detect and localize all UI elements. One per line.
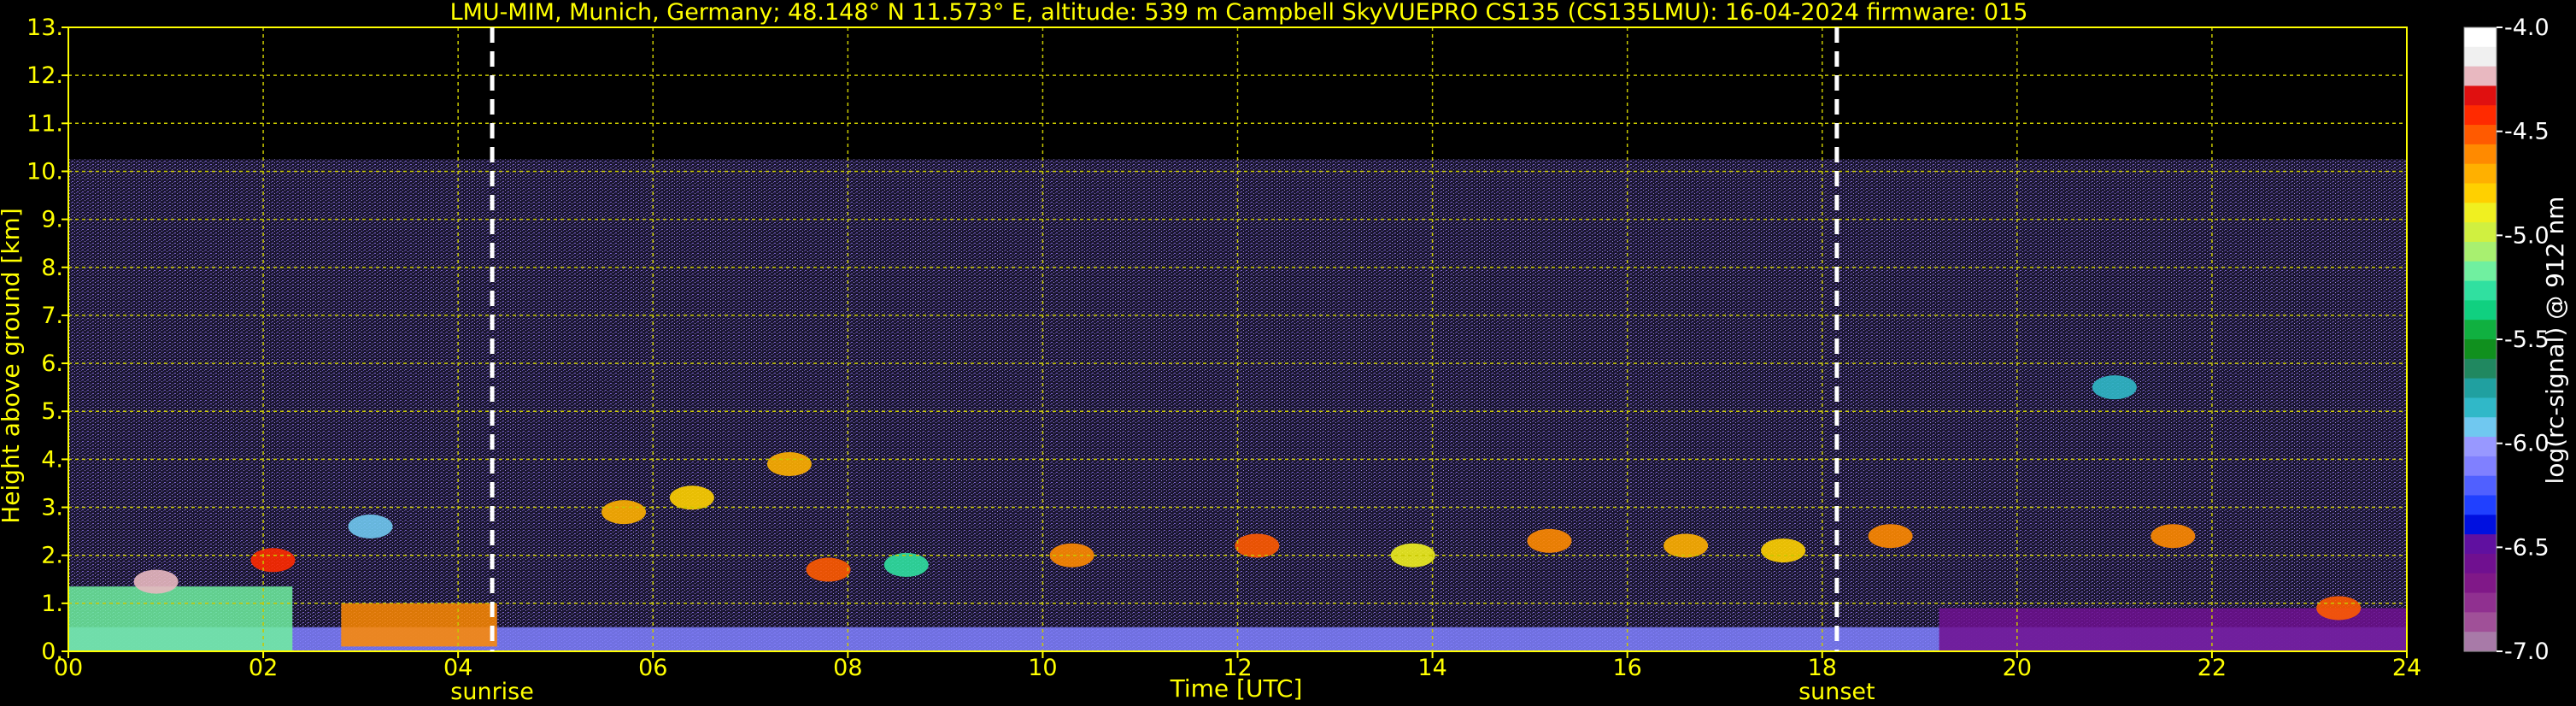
colorbar-swatch: [2464, 495, 2497, 515]
cloud-echo-7: [883, 552, 929, 577]
y-tick-label: 5.: [41, 398, 63, 425]
aerosol-layer-2: [341, 603, 497, 647]
cloud-echo-9: [1235, 533, 1280, 558]
y-tick-label: 12.: [26, 62, 63, 89]
colorbar-swatch: [2464, 261, 2497, 282]
colorbar-swatch: [2464, 397, 2497, 418]
cloud-echo-12: [1664, 533, 1709, 558]
colorbar-swatch: [2464, 144, 2497, 165]
colorbar-swatch: [2464, 183, 2497, 203]
x-tick-label: 08: [833, 655, 862, 681]
colorbar-swatch: [2464, 85, 2497, 106]
x-tick-label: 00: [54, 655, 83, 681]
y-tick-label: 3.: [41, 495, 63, 521]
x-tick-label: 04: [443, 655, 472, 681]
y-tick-label: 10.: [26, 158, 63, 185]
colorbar-swatch: [2464, 222, 2497, 243]
colorbar-tick-label: -6.5: [2504, 534, 2550, 561]
y-tick-label: 1.: [41, 591, 63, 617]
aerosol-layer-1: [68, 586, 293, 651]
sunset-label: sunset: [1799, 679, 1875, 705]
cloud-echo-14: [1868, 524, 1913, 549]
colorbar-swatch: [2464, 125, 2497, 145]
cloud-echo-16: [2151, 524, 2196, 549]
colorbar-swatch: [2464, 612, 2497, 632]
chart-title: LMU-MIM, Munich, Germany; 48.148° N 11.5…: [450, 0, 2028, 26]
y-tick-label: 8.: [41, 255, 63, 281]
y-tick-label: 4.: [41, 446, 63, 473]
cloud-echo-2: [348, 515, 393, 538]
cloud-echo-13: [1761, 538, 1806, 563]
colorbar-swatch: [2464, 475, 2497, 497]
y-tick-label: 11.: [26, 110, 63, 137]
cloud-echo-3: [601, 500, 647, 525]
cloud-echo-5: [766, 452, 812, 476]
x-tick-label: 18: [1808, 655, 1837, 681]
cloud-echo-1: [250, 548, 296, 573]
colorbar-swatch: [2464, 515, 2497, 535]
colorbar-tick-label: -4.5: [2504, 119, 2550, 145]
y-tick-label: 9.: [41, 207, 63, 233]
plot-area: [68, 27, 2407, 651]
y-tick-label: 7.: [41, 303, 63, 329]
x-tick-label: 20: [2003, 655, 2032, 681]
y-tick-label: 6.: [41, 350, 63, 377]
y-axis-title: Height above ground [km]: [0, 208, 25, 524]
colorbar-tick-label: -7.0: [2504, 638, 2550, 665]
colorbar-swatch: [2464, 320, 2497, 340]
colorbar-swatch: [2464, 553, 2497, 574]
colorbar-swatch: [2464, 534, 2497, 555]
y-tick-label: 13.: [26, 15, 63, 41]
colorbar-swatch: [2464, 241, 2497, 262]
colorbar-tick-label: -4.0: [2504, 15, 2550, 41]
cloud-echo-17: [2316, 596, 2362, 621]
colorbar-swatch: [2464, 437, 2497, 457]
colorbar-swatch: [2464, 417, 2497, 438]
colorbar-swatch: [2464, 280, 2497, 301]
cloud-echo-6: [806, 557, 851, 582]
cloud-echo-15: [2092, 375, 2137, 400]
colorbar-swatch: [2464, 378, 2497, 399]
colorbar-swatch: [2464, 300, 2497, 321]
cloud-echo-4: [669, 485, 714, 510]
x-tick-label: 24: [2392, 655, 2421, 681]
colorbar-swatch: [2464, 46, 2497, 68]
colorbar-swatch: [2464, 592, 2497, 613]
x-axis-title: Time [UTC]: [1170, 674, 1303, 703]
x-tick-label: 10: [1028, 655, 1057, 681]
colorbar-swatch: [2464, 203, 2497, 223]
colorbar-swatch: [2464, 456, 2497, 477]
cloud-echo-0: [133, 569, 179, 594]
x-tick-label: 16: [1612, 655, 1641, 681]
colorbar-swatch: [2464, 632, 2497, 652]
colorbar-swatch: [2464, 573, 2497, 594]
colorbar-swatch: [2464, 163, 2497, 185]
cloud-echo-11: [1527, 528, 1572, 553]
y-tick-label: 2.: [41, 543, 63, 569]
colorbar-swatch: [2464, 105, 2497, 126]
colorbar-title: log(rc-signal) @ 912 nm: [2541, 197, 2569, 485]
colorbar-swatch: [2464, 358, 2497, 379]
ceilometer-chart: sunrise sunset 0.1.2.3.4.5.6.7.8.9.10.11.…: [0, 0, 2576, 706]
x-tick-label: 14: [1417, 655, 1446, 681]
colorbar-swatch: [2464, 339, 2497, 360]
sunrise-label: sunrise: [450, 679, 534, 705]
x-tick-label: 02: [249, 655, 278, 681]
x-tick-label: 06: [638, 655, 667, 681]
x-tick-label: 22: [2198, 655, 2227, 681]
colorbar-swatch: [2464, 27, 2497, 48]
colorbar-swatch: [2464, 66, 2497, 87]
